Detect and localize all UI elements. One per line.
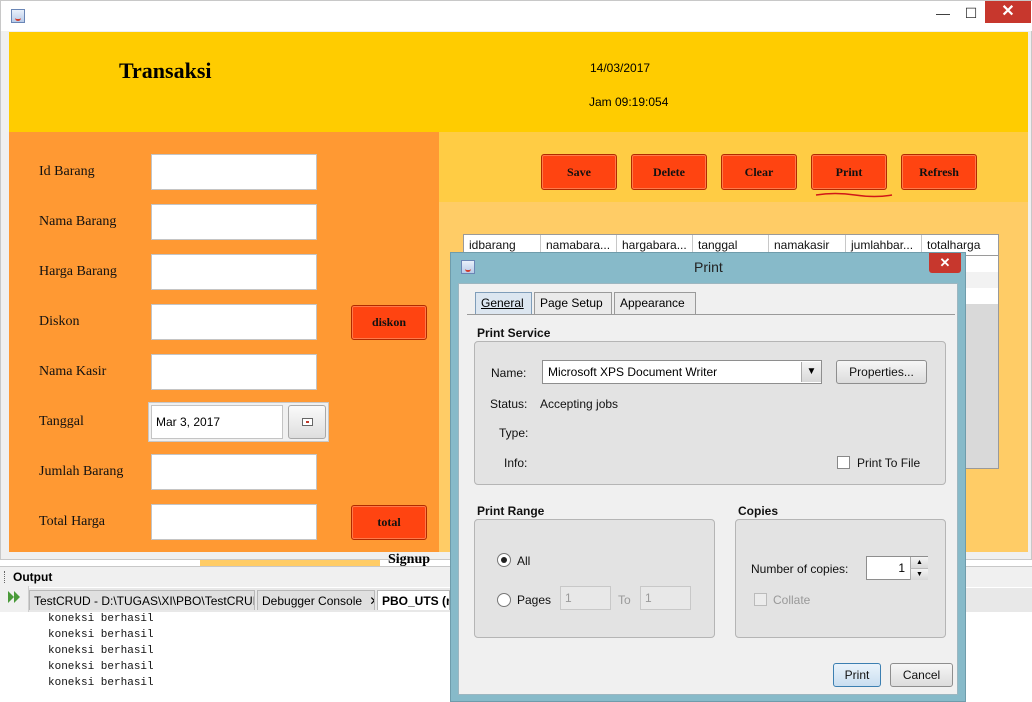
delete-button[interactable]: Delete (631, 154, 707, 190)
refresh-button[interactable]: Refresh (901, 154, 977, 190)
properties-button[interactable]: Properties... (836, 360, 927, 384)
nama-barang-input[interactable] (151, 204, 317, 240)
decrement-icon[interactable]: ▼ (910, 568, 928, 580)
console-line: koneksi berhasil (48, 677, 154, 689)
id-barang-label: Id Barang (39, 164, 95, 179)
tab-label: Debugger Console (262, 594, 363, 608)
output-title: Output (13, 570, 53, 584)
tanggal-input[interactable]: Mar 3, 2017 (151, 405, 283, 439)
date-label: 14/03/2017 (590, 61, 651, 75)
console-line: koneksi berhasil (48, 661, 154, 673)
print-range-heading: Print Range (477, 504, 545, 518)
rerun-icon[interactable] (7, 590, 21, 604)
java-app-icon (11, 9, 25, 23)
copies-value: 1 (898, 561, 905, 575)
collate-label: Collate (773, 593, 811, 607)
name-label: Name: (491, 366, 527, 380)
minimize-button[interactable]: — (929, 1, 957, 25)
save-button[interactable]: Save (541, 154, 617, 190)
page-title: Transaksi (119, 58, 212, 83)
diskon-button[interactable]: diskon (351, 305, 427, 340)
signup-partial-label: Signup (388, 552, 431, 566)
jumlah-barang-label: Jumlah Barang (39, 464, 124, 479)
print-button[interactable]: Print (811, 154, 887, 190)
dialog-title: Print (694, 259, 723, 275)
nama-barang-label: Nama Barang (39, 214, 117, 229)
tab-label: General (481, 296, 524, 310)
pen-annotation (815, 187, 893, 198)
type-label: Type: (499, 426, 529, 440)
print-confirm-button[interactable]: Print (833, 663, 881, 687)
tanggal-label: Tanggal (39, 414, 84, 429)
info-label: Info: (504, 456, 528, 470)
tab-label: Appearance (620, 296, 685, 310)
tab-divider (467, 314, 955, 315)
header-panel: Transaksi 14/03/2017 Jam 09:19:054 (9, 32, 1028, 132)
pages-label: Pages (517, 593, 552, 607)
pages-radio[interactable] (497, 593, 511, 607)
tab-label: PBO_UTS (ru (382, 594, 449, 608)
java-app-icon (461, 260, 475, 274)
calendar-icon (302, 418, 313, 426)
printer-select-value: Microsoft XPS Document Writer (548, 365, 718, 379)
console-line: koneksi berhasil (48, 613, 154, 625)
total-harga-label: Total Harga (39, 514, 106, 529)
print-to-file-label: Print To File (857, 456, 921, 470)
jumlah-barang-input[interactable] (151, 454, 317, 490)
diskon-label: Diskon (39, 314, 80, 329)
printer-select[interactable]: Microsoft XPS Document Writer ▼ (542, 360, 822, 384)
dialog-body: General Page Setup Appearance Print Serv… (458, 283, 958, 695)
console-line: koneksi berhasil (48, 629, 154, 641)
all-label: All (517, 554, 531, 568)
tab-debugger-console[interactable]: Debugger Console ✕ (257, 590, 375, 610)
calendar-button[interactable] (288, 405, 326, 439)
close-window-button[interactable]: ✕ (985, 1, 1031, 23)
copies-group: Number of copies: 1 ▲ ▼ Collate (735, 519, 946, 638)
tab-label: Page Setup (540, 296, 603, 310)
id-barang-input[interactable] (151, 154, 317, 190)
tab-page-setup[interactable]: Page Setup (534, 292, 612, 314)
all-radio[interactable] (497, 553, 511, 567)
close-dialog-button[interactable]: ✕ (929, 253, 961, 273)
nama-kasir-input[interactable] (151, 354, 317, 390)
status-label: Status: (490, 397, 528, 411)
copies-heading: Copies (738, 504, 779, 518)
date-chooser: Mar 3, 2017 (148, 402, 329, 442)
total-harga-input[interactable] (151, 504, 317, 540)
maximize-button[interactable]: ☐ (957, 1, 985, 25)
copies-spinner[interactable]: 1 ▲ ▼ (866, 556, 928, 580)
tab-appearance[interactable]: Appearance (614, 292, 696, 314)
total-button[interactable]: total (351, 505, 427, 540)
close-tab-icon[interactable]: ✕ (369, 594, 374, 608)
tab-testcrud[interactable]: TestCRUD - D:\TUGAS\XI\PBO\TestCRUD ✕ (29, 590, 255, 610)
harga-barang-label: Harga Barang (39, 264, 117, 279)
print-service-group: Name: Microsoft XPS Document Writer ▼ Pr… (474, 341, 946, 485)
collate-checkbox[interactable] (754, 593, 767, 606)
tab-label: TestCRUD - D:\TUGAS\XI\PBO\TestCRUD (34, 594, 255, 608)
chevron-down-icon[interactable]: ▼ (801, 362, 821, 382)
time-label: Jam 09:19:054 (589, 95, 669, 109)
print-dialog: Print ✕ General Page Setup Appearance Pr… (450, 252, 966, 702)
diskon-input[interactable] (151, 304, 317, 340)
pages-from-input[interactable]: 1 (560, 586, 611, 610)
harga-barang-input[interactable] (151, 254, 317, 290)
tab-general[interactable]: General (475, 292, 532, 314)
to-label: To (618, 593, 631, 607)
print-range-group: All Pages 1 To 1 (474, 519, 715, 638)
increment-icon[interactable]: ▲ (910, 557, 928, 568)
pages-to-input[interactable]: 1 (640, 586, 691, 610)
drag-handle-icon[interactable] (4, 571, 8, 583)
dialog-titlebar: Print ✕ (451, 253, 965, 281)
print-service-heading: Print Service (477, 326, 551, 340)
status-value: Accepting jobs (540, 397, 619, 411)
clear-button[interactable]: Clear (721, 154, 797, 190)
print-to-file-checkbox[interactable] (837, 456, 850, 469)
nama-kasir-label: Nama Kasir (39, 364, 107, 379)
title-bar: — ☐ ✕ (1, 1, 1032, 31)
console-line: koneksi berhasil (48, 645, 154, 657)
number-of-copies-label: Number of copies: (751, 562, 849, 576)
cancel-button[interactable]: Cancel (890, 663, 953, 687)
tab-pbo-uts[interactable]: PBO_UTS (ru (377, 590, 450, 610)
